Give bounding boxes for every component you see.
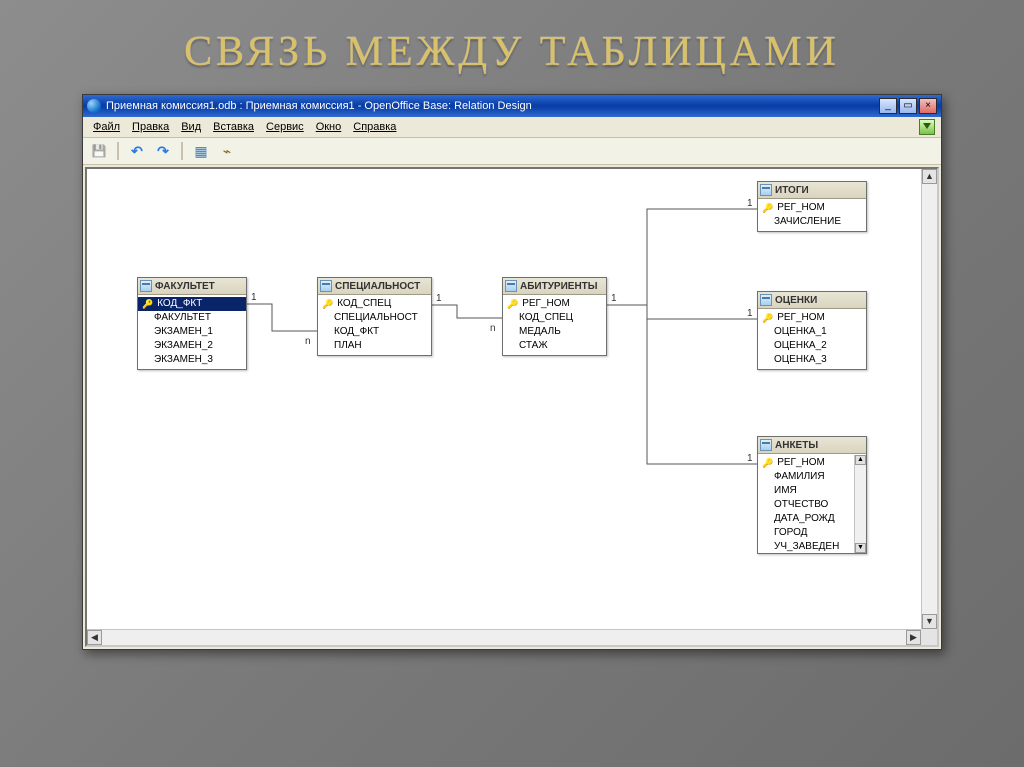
table-ankety[interactable]: АНКЕТЫ РЕГ_НОМ ФАМИЛИЯ ИМЯ ОТЧЕСТВО ДАТА… bbox=[757, 436, 867, 554]
field[interactable]: УЧ_ЗАВЕДЕН bbox=[758, 540, 854, 552]
svg-text:1: 1 bbox=[747, 198, 753, 209]
vertical-scrollbar[interactable]: ▲ ▼ bbox=[921, 169, 937, 629]
close-button[interactable]: × bbox=[919, 98, 937, 114]
save-button[interactable] bbox=[89, 141, 109, 161]
field[interactable]: ОЦЕНКА_1 bbox=[758, 325, 866, 339]
table-scrollbar[interactable]: ▲ ▼ bbox=[854, 455, 866, 553]
table-icon bbox=[760, 439, 772, 451]
scroll-left-icon[interactable]: ◀ bbox=[87, 630, 102, 645]
field[interactable]: ЗАЧИСЛЕНИЕ bbox=[758, 215, 866, 229]
slide-title: СВЯЗЬ МЕЖДУ ТАБЛИЦАМИ bbox=[0, 0, 1024, 94]
add-relation-button[interactable] bbox=[217, 141, 237, 161]
menu-window[interactable]: Окно bbox=[312, 120, 346, 134]
table-title: АБИТУРИЕНТЫ bbox=[520, 281, 598, 292]
table-icon bbox=[760, 184, 772, 196]
horizontal-scrollbar[interactable]: ◀ ▶ bbox=[87, 629, 921, 645]
field[interactable]: ФАМИЛИЯ bbox=[758, 470, 854, 484]
table-title: ИТОГИ bbox=[775, 185, 809, 196]
table-itogi[interactable]: ИТОГИ РЕГ_НОМ ЗАЧИСЛЕНИЕ bbox=[757, 181, 867, 232]
field[interactable]: ОЦЕНКА_3 bbox=[758, 353, 866, 367]
table-icon bbox=[320, 280, 332, 292]
relation-lines: 1 n 1 n 1 1 1 1 bbox=[87, 169, 921, 629]
undo-button[interactable] bbox=[127, 141, 147, 161]
field-reg-nom[interactable]: РЕГ_НОМ bbox=[503, 297, 606, 311]
field[interactable]: ЭКЗАМЕН_3 bbox=[138, 353, 246, 367]
menu-file[interactable]: Файл bbox=[89, 120, 124, 134]
field[interactable]: ЭКЗАМЕН_1 bbox=[138, 325, 246, 339]
table-fakultet[interactable]: ФАКУЛЬТЕТ КОД_ФКТ ФАКУЛЬТЕТ ЭКЗАМЕН_1 ЭК… bbox=[137, 277, 247, 370]
field[interactable]: МЕДАЛЬ bbox=[503, 325, 606, 339]
field[interactable]: КОД_ФКТ bbox=[318, 325, 431, 339]
field-reg-nom[interactable]: РЕГ_НОМ bbox=[758, 311, 866, 325]
field[interactable]: ГОРОД bbox=[758, 526, 854, 540]
titlebar[interactable]: Приемная комиссия1.odb : Приемная комисс… bbox=[83, 95, 941, 117]
toolbar-separator bbox=[181, 142, 183, 160]
table-specialnost[interactable]: СПЕЦИАЛЬНОСТ КОД_СПЕЦ СПЕЦИАЛЬНОСТ КОД_Ф… bbox=[317, 277, 432, 356]
field[interactable]: ИМЯ bbox=[758, 484, 854, 498]
maximize-button[interactable]: ▭ bbox=[899, 98, 917, 114]
menubar: Файл Правка Вид Вставка Сервис Окно Спра… bbox=[83, 117, 941, 138]
table-ocenki[interactable]: ОЦЕНКИ РЕГ_НОМ ОЦЕНКА_1 ОЦЕНКА_2 ОЦЕНКА_… bbox=[757, 291, 867, 370]
scroll-up-icon[interactable]: ▲ bbox=[922, 169, 937, 184]
svg-text:n: n bbox=[305, 336, 311, 347]
field[interactable]: ОЦЕНКА_2 bbox=[758, 339, 866, 353]
field[interactable]: ФАКУЛЬТЕТ bbox=[138, 311, 246, 325]
field[interactable]: СПЕЦИАЛЬНОСТ bbox=[318, 311, 431, 325]
scroll-right-icon[interactable]: ▶ bbox=[906, 630, 921, 645]
field[interactable]: ОТЧЕСТВО bbox=[758, 498, 854, 512]
field[interactable]: СТАЖ bbox=[503, 339, 606, 353]
svg-text:1: 1 bbox=[251, 292, 257, 303]
table-title: АНКЕТЫ bbox=[775, 440, 818, 451]
relation-canvas-frame: 1 n 1 n 1 1 1 1 ФАКУЛЬТЕТ bbox=[85, 167, 939, 647]
scroll-down-icon[interactable]: ▼ bbox=[855, 543, 866, 553]
download-icon[interactable] bbox=[919, 119, 935, 135]
table-icon bbox=[140, 280, 152, 292]
redo-button[interactable] bbox=[153, 141, 173, 161]
field[interactable]: ЭКЗАМЕН_2 bbox=[138, 339, 246, 353]
scroll-up-icon[interactable]: ▲ bbox=[855, 455, 866, 465]
svg-text:1: 1 bbox=[436, 293, 442, 304]
field-reg-nom[interactable]: РЕГ_НОМ bbox=[758, 201, 866, 215]
minimize-button[interactable]: _ bbox=[879, 98, 897, 114]
table-title: ФАКУЛЬТЕТ bbox=[155, 281, 215, 292]
table-icon bbox=[760, 294, 772, 306]
svg-text:1: 1 bbox=[747, 308, 753, 319]
table-title: ОЦЕНКИ bbox=[775, 295, 817, 306]
svg-text:1: 1 bbox=[747, 453, 753, 464]
toolbar-separator bbox=[117, 142, 119, 160]
scroll-down-icon[interactable]: ▼ bbox=[922, 614, 937, 629]
relation-canvas[interactable]: 1 n 1 n 1 1 1 1 ФАКУЛЬТЕТ bbox=[87, 169, 921, 629]
table-abiturienty[interactable]: АБИТУРИЕНТЫ РЕГ_НОМ КОД_СПЕЦ МЕДАЛЬ СТАЖ bbox=[502, 277, 607, 356]
window-title: Приемная комиссия1.odb : Приемная комисс… bbox=[106, 100, 879, 112]
scroll-corner bbox=[921, 629, 937, 645]
menu-tools[interactable]: Сервис bbox=[262, 120, 308, 134]
field[interactable]: ПЛАН bbox=[318, 339, 431, 353]
field-kod-spec[interactable]: КОД_СПЕЦ bbox=[318, 297, 431, 311]
field-kod-fkt[interactable]: КОД_ФКТ bbox=[138, 297, 246, 311]
add-table-button[interactable] bbox=[191, 141, 211, 161]
field[interactable]: КОД_СПЕЦ bbox=[503, 311, 606, 325]
toolbar bbox=[83, 138, 941, 165]
svg-text:1: 1 bbox=[611, 293, 617, 304]
table-title: СПЕЦИАЛЬНОСТ bbox=[335, 281, 420, 292]
menu-insert[interactable]: Вставка bbox=[209, 120, 258, 134]
svg-text:n: n bbox=[490, 323, 496, 334]
field-reg-nom[interactable]: РЕГ_НОМ bbox=[758, 456, 854, 470]
menu-view[interactable]: Вид bbox=[177, 120, 205, 134]
menu-edit[interactable]: Правка bbox=[128, 120, 173, 134]
field[interactable]: ДАТА_РОЖД bbox=[758, 512, 854, 526]
menu-help[interactable]: Справка bbox=[349, 120, 400, 134]
app-window: Приемная комиссия1.odb : Приемная комисс… bbox=[82, 94, 942, 650]
app-icon bbox=[87, 99, 101, 113]
table-icon bbox=[505, 280, 517, 292]
